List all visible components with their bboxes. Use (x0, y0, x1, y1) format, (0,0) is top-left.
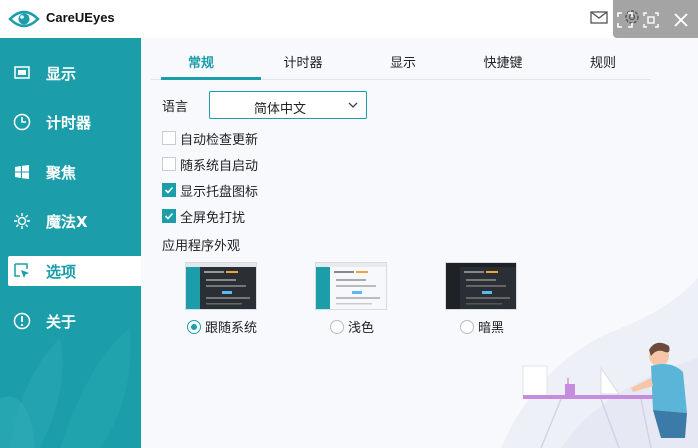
sidebar-item-label: 计时器 (46, 113, 92, 132)
window-controls-overlay (613, 0, 698, 38)
sidebar-item-label: 聚焦 (46, 163, 77, 182)
checkbox[interactable] (162, 131, 176, 145)
windows-icon (12, 162, 32, 182)
app-title: CareUEyes (46, 10, 115, 25)
radio-button[interactable] (187, 319, 201, 334)
options-panel: 常规 计时器 显示 快捷键 规则 语言 简体中文 自动检查更新 随系统自启动 显… (141, 38, 698, 448)
theme-radio-dark[interactable]: 暗黑 (460, 317, 504, 336)
sidebar-item-focus[interactable]: 聚焦 (8, 157, 141, 187)
sidebar-item-magic[interactable]: 魔法X (8, 206, 141, 236)
theme-light-preview-icon (316, 263, 386, 309)
check-icon (164, 212, 174, 220)
eye-logo-icon (8, 10, 40, 28)
mail-icon[interactable] (589, 7, 609, 27)
tab-rules[interactable]: 规则 (563, 52, 643, 71)
radio-button[interactable] (460, 319, 474, 334)
tab-shortcuts[interactable]: 快捷键 (463, 52, 543, 71)
tab-general[interactable]: 常规 (161, 52, 241, 71)
sidebar-item-options[interactable]: 选项 (8, 256, 141, 286)
close-icon[interactable] (673, 12, 689, 28)
theme-preview-system[interactable] (185, 262, 257, 310)
theme-radio-light[interactable]: 浅色 (330, 317, 374, 336)
appearance-title: 应用程序外观 (162, 239, 241, 254)
checkbox[interactable] (162, 157, 176, 171)
radio-label: 浅色 (348, 321, 375, 336)
sun-icon (12, 211, 32, 231)
checkbox-label: 全屏免打扰 (180, 210, 246, 226)
autostart-checkbox[interactable]: 随系统自启动 (162, 155, 259, 174)
theme-radio-system[interactable]: 跟随系统 (187, 317, 257, 336)
checkbox-label: 自动检查更新 (180, 132, 259, 148)
cursor-icon (12, 261, 32, 281)
monitor-icon (12, 63, 32, 83)
checkbox[interactable] (162, 209, 176, 223)
checkbox[interactable] (162, 183, 176, 197)
tab-timer[interactable]: 计时器 (263, 52, 343, 71)
crop-icon[interactable] (643, 12, 659, 28)
tray-icon-checkbox[interactable]: 显示托盘图标 (162, 181, 259, 200)
leaf-decoration-icon (0, 328, 131, 448)
sidebar-item-label: 显示 (46, 64, 77, 83)
auto-update-checkbox[interactable]: 自动检查更新 (162, 129, 259, 148)
sidebar-item-label: 魔法X (46, 212, 88, 231)
sidebar: 显示 计时器 聚焦 魔法X 选项 关于 (0, 38, 141, 448)
radio-button[interactable] (330, 319, 344, 334)
active-tab-indicator (161, 77, 261, 80)
language-value: 简体中文 (253, 102, 306, 117)
check-icon (164, 186, 174, 194)
language-label: 语言 (162, 100, 189, 115)
tab-bar: 常规 计时器 显示 快捷键 规则 (151, 38, 651, 80)
language-select[interactable]: 简体中文 (209, 91, 367, 119)
chevron-down-icon (348, 102, 358, 108)
fullscreen-dnd-checkbox[interactable]: 全屏免打扰 (162, 207, 246, 226)
sidebar-item-display[interactable]: 显示 (8, 58, 141, 88)
checkbox-label: 随系统自启动 (180, 158, 259, 174)
clock-icon (12, 112, 32, 132)
theme-preview-light[interactable] (315, 262, 387, 310)
radio-label: 跟随系统 (205, 321, 258, 336)
theme-system-preview-icon (186, 263, 256, 309)
person-at-desk-illustration-icon (501, 278, 698, 448)
sidebar-item-timer[interactable]: 计时器 (8, 107, 141, 137)
title-bar: CareUEyes (0, 0, 698, 38)
checkbox-label: 显示托盘图标 (180, 184, 259, 200)
sidebar-item-label: 选项 (46, 262, 77, 281)
fullscreen-icon[interactable] (617, 12, 633, 28)
tab-display[interactable]: 显示 (363, 52, 443, 71)
